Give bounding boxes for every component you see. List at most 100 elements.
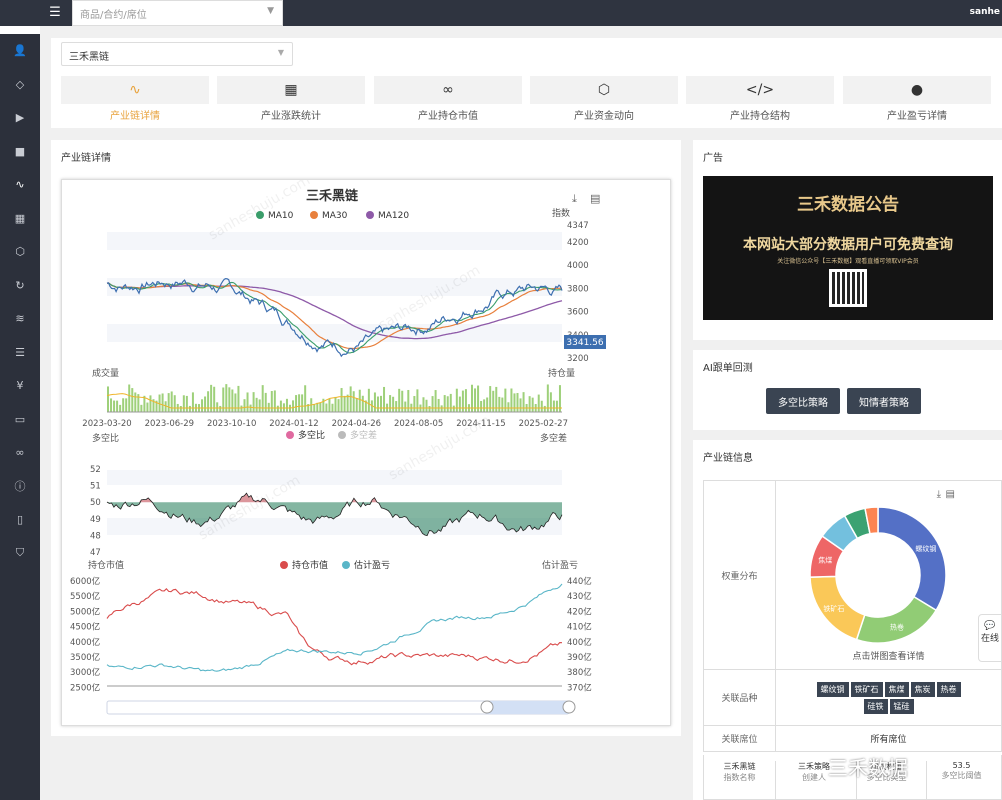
y-tick-label: 51 (90, 482, 101, 492)
volume-bar (349, 386, 352, 412)
volume-bar (167, 393, 170, 412)
volume-bar (179, 405, 182, 412)
play-circle-icon[interactable]: ▶ (0, 101, 40, 135)
chain-header-card: 三禾黑链 ▼ ∿ 产业链详情 ▦ 产业涨跌统计 ∞ 产业持仓市值 ⬡ 产业资金动… (51, 38, 1002, 128)
yen-icon[interactable]: ¥ (0, 369, 40, 403)
y-tick-label-right: 400亿 (567, 637, 592, 648)
legend-marker (366, 211, 374, 219)
pie-caption[interactable]: 点击饼图查看详情 (776, 649, 1001, 662)
volume-bar (216, 402, 219, 412)
ai-title: AI跟单回测 (703, 363, 753, 374)
volume-bar (313, 404, 316, 412)
variety-tag[interactable]: 锰硅 (889, 698, 914, 714)
volume-bar (340, 388, 343, 412)
user-name[interactable]: sanhe (970, 7, 1000, 17)
volume-bar (480, 400, 483, 412)
info-title: 产业链信息 (703, 453, 753, 464)
volume-bar (519, 398, 522, 412)
weight-pie-chart[interactable]: 螺纹钢热卷 铁矿石 焦煤 (798, 495, 958, 655)
volume-bar (298, 394, 301, 412)
volume-bar (295, 395, 298, 412)
y-tick-label: 47 (90, 548, 101, 558)
insider-strategy-button[interactable]: 知情者策略 (847, 388, 921, 414)
y-tick-label-right: 440亿 (567, 576, 592, 587)
legend-marker (342, 561, 350, 569)
volume-bar (173, 395, 176, 412)
volume-bar (464, 389, 467, 412)
volume-bar (249, 404, 252, 412)
variety-tag[interactable]: 铁矿石 (850, 681, 883, 697)
legend-label: MA10 (268, 211, 294, 221)
chain-info-card: 产业链信息 权重分布 ⤓ ▤ 螺纹钢 热卷 铁矿石 焦煤 点击饼图查看详情 关联品种 … (693, 440, 1002, 800)
volume-bar (204, 396, 207, 412)
variety-tag[interactable]: 焦炭 (910, 681, 935, 697)
volume-bar (552, 400, 555, 412)
user-icon[interactable]: 👤 (0, 34, 40, 68)
calendar-check-icon[interactable]: ▦ (0, 202, 40, 236)
volume-bar (367, 388, 370, 412)
pulse-icon[interactable]: ∿ (0, 168, 40, 202)
online-chat-button[interactable]: 💬 在线 (978, 614, 1002, 662)
layers-icon[interactable]: ≋ (0, 302, 40, 336)
search-select[interactable]: 商品/合约/席位 ▼ (72, 0, 283, 26)
volume-bar (325, 403, 328, 412)
volume-bar (240, 405, 243, 412)
volume-bar (285, 398, 288, 412)
ad-card: 广告 三禾数据公告 本网站大部分数据用户可免费查询 关注微信公众号【三禾数据】观… (693, 140, 1002, 340)
info-icon[interactable]: ⓘ (0, 470, 40, 504)
tab-market-value[interactable]: ∞ 产业持仓市值 (374, 76, 522, 122)
volume-bar (207, 391, 210, 412)
refresh-icon[interactable]: ↻ (0, 269, 40, 303)
legend-label: MA30 (322, 211, 348, 221)
chain-select-value: 三禾黑链 (69, 52, 109, 63)
tab-pnl-detail[interactable]: ● 产业盈亏详情 (843, 76, 991, 122)
comment-icon[interactable]: ■ (0, 135, 40, 169)
ad-banner[interactable]: 三禾数据公告 本网站大部分数据用户可免费查询 关注微信公众号【三禾数据】观看直播… (703, 176, 993, 320)
diamond-icon[interactable]: ◇ (0, 68, 40, 102)
zoom-handle-right (562, 700, 576, 714)
y-tick-label: 50 (90, 498, 101, 508)
search-placeholder: 商品/合约/席位 (80, 10, 147, 21)
last-value-label: 3341.56 (566, 338, 603, 348)
tab-fund-flow[interactable]: ⬡ 产业资金动向 (530, 76, 678, 122)
variety-tag[interactable]: 热卷 (936, 681, 961, 697)
long-short-strategy-button[interactable]: 多空比策略 (766, 388, 840, 414)
doc-icon: ▤ (590, 192, 600, 205)
sidebar-logo (0, 26, 40, 34)
cube-icon[interactable]: ⬡ (0, 235, 40, 269)
volume-bar (549, 392, 552, 412)
threshold-value: 53.5 (952, 761, 971, 770)
variety-tag[interactable]: 焦煤 (884, 681, 909, 697)
volume-bar (270, 391, 273, 412)
index-name: 三禾黑链 (723, 762, 756, 771)
legend-marker (280, 561, 288, 569)
volume-bar (255, 397, 258, 412)
volume-bar (170, 391, 173, 412)
legend-label: MA120 (378, 211, 409, 221)
volume-bar (380, 395, 382, 412)
grid-band (107, 470, 562, 485)
variety-tag[interactable]: 硅铁 (863, 698, 888, 714)
volume-bar (543, 405, 546, 412)
estimated-pnl-label: 估计盈亏 (542, 559, 578, 571)
top-bar: ☰ 商品/合约/席位 ▼ sanhe (0, 0, 1002, 26)
volume-bar (201, 399, 204, 412)
volume-bar (461, 390, 464, 412)
variety-tag[interactable]: 螺纹钢 (816, 681, 849, 697)
menu-icon[interactable]: ☰ (44, 4, 66, 22)
shield-icon[interactable]: ⛉ (0, 537, 40, 571)
tab-chain-detail[interactable]: ∿ 产业链详情 (61, 76, 209, 122)
volume-bar (416, 389, 419, 412)
tab-position-structure[interactable]: </> 产业持仓结构 (686, 76, 834, 122)
table-icon: ▦ (217, 76, 365, 104)
volume-bar (376, 396, 379, 412)
tab-rise-fall[interactable]: ▦ 产业涨跌统计 (217, 76, 365, 122)
compass-icon: ● (843, 76, 991, 104)
file-icon[interactable]: ▯ (0, 503, 40, 537)
link-icon[interactable]: ∞ (0, 436, 40, 470)
volume-bar (404, 401, 407, 412)
market-value-label: 持仓市值 (88, 559, 124, 571)
video-icon[interactable]: ▭ (0, 403, 40, 437)
chain-select[interactable]: 三禾黑链 ▼ (61, 42, 293, 66)
list-icon[interactable]: ☰ (0, 336, 40, 370)
